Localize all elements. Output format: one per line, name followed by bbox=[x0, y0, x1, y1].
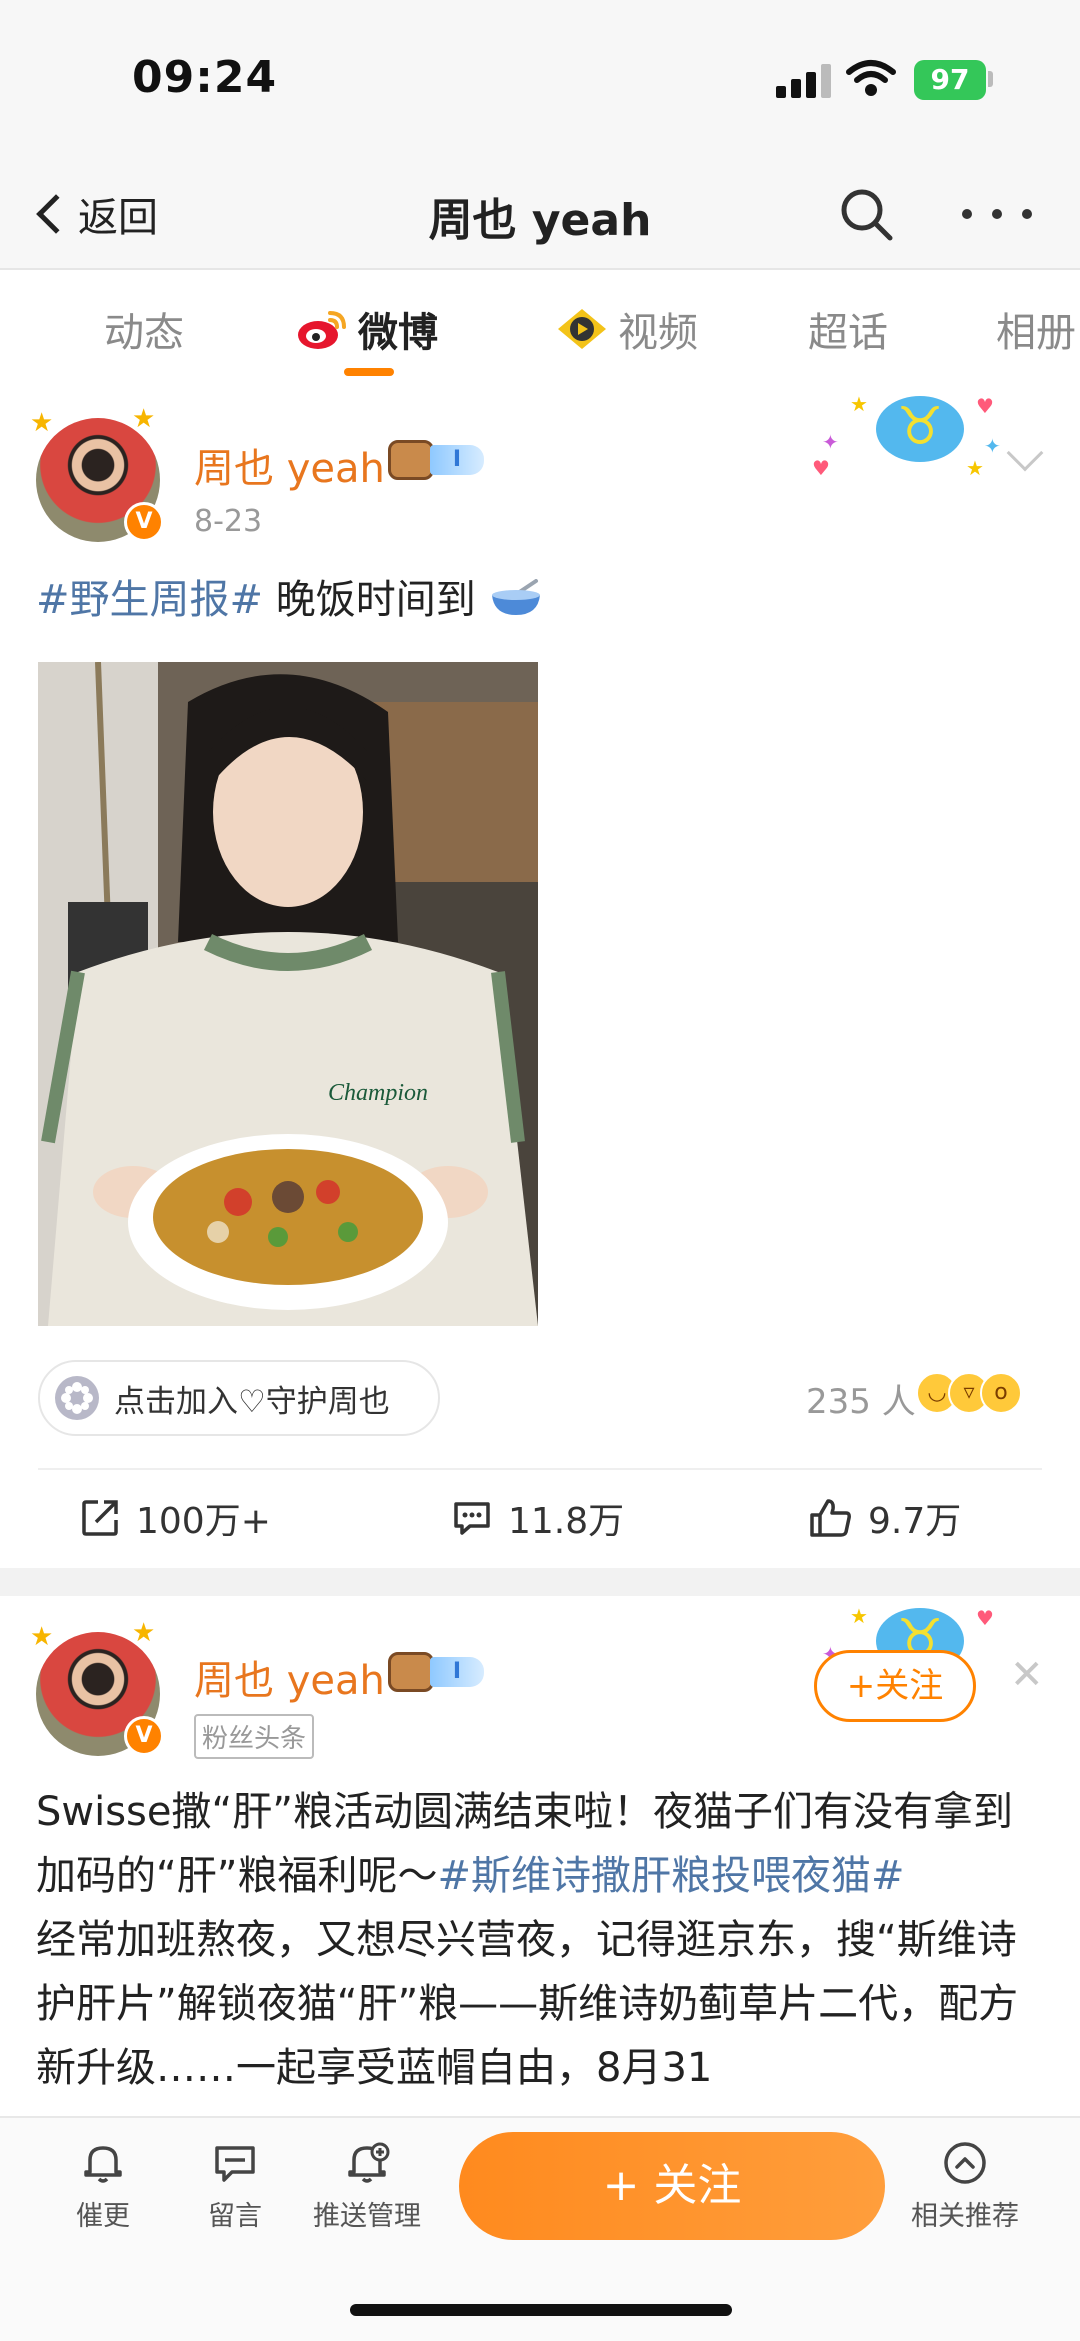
page-title: 周也 yeah bbox=[428, 195, 652, 246]
verified-badge-icon: V bbox=[124, 1716, 164, 1756]
post-body-text: 晚饭时间到 bbox=[263, 577, 476, 623]
urge-update-button[interactable]: 催更 bbox=[38, 2140, 168, 2233]
post-text: Swisse撒“肝”粮活动圆满结束啦！夜猫子们有没有拿到加码的“肝”粮福利呢～#… bbox=[36, 1780, 1046, 2116]
home-indicator[interactable] bbox=[350, 2304, 732, 2316]
like-button[interactable]: 9.7万 bbox=[808, 1490, 961, 1546]
wifi-icon bbox=[846, 60, 896, 96]
taurus-decoration-icon: ♉ ★ ♥ ✦ ✦ ♥ ★ bbox=[812, 392, 1001, 480]
thumbs-up-icon bbox=[810, 1499, 851, 1537]
leave-message-button[interactable]: 留言 bbox=[170, 2140, 300, 2233]
tab-album[interactable]: 相册 bbox=[996, 300, 1076, 358]
repost-button[interactable]: 100万+ bbox=[80, 1490, 271, 1546]
tab-super-topic[interactable]: 超话 bbox=[808, 300, 888, 358]
repost-count: 100万+ bbox=[136, 1501, 271, 1542]
tab-label: 动态 bbox=[104, 310, 184, 356]
tab-dynamics[interactable]: 动态 bbox=[104, 300, 184, 358]
bottom-item-label: 相关推荐 bbox=[911, 2201, 1019, 2232]
guard-join-button[interactable]: 点击加入♡守护周也 bbox=[38, 1360, 440, 1436]
more-options-icon[interactable] bbox=[962, 184, 1032, 244]
topic-link[interactable]: #野生周报# bbox=[36, 577, 263, 623]
author-avatar[interactable]: ★ ★ V bbox=[30, 1618, 164, 1756]
profile-tabs: 动态 微博 视频 超话 相册 bbox=[0, 272, 1080, 382]
cellular-signal-icon bbox=[776, 64, 834, 98]
author-name[interactable]: 周也 yeah bbox=[194, 1648, 385, 1706]
search-icon[interactable] bbox=[836, 184, 896, 244]
level-badge: I bbox=[430, 445, 484, 475]
comment-button[interactable]: 11.8万 bbox=[452, 1490, 624, 1546]
user-badges[interactable]: I bbox=[388, 1652, 484, 1692]
comment-icon bbox=[454, 1502, 490, 1535]
message-icon bbox=[215, 2146, 255, 2182]
post-date: 8-23 bbox=[194, 504, 263, 539]
weibo-logo-icon bbox=[298, 311, 346, 349]
divider bbox=[38, 1468, 1042, 1470]
post-image[interactable]: Champion bbox=[38, 662, 538, 1326]
post-image-illustration: Champion bbox=[38, 662, 538, 1326]
bottom-item-label: 催更 bbox=[76, 2201, 130, 2232]
author-name[interactable]: 周也 yeah bbox=[194, 436, 385, 494]
follow-button[interactable]: +关注 bbox=[814, 1650, 976, 1722]
bottom-action-bar: 催更 留言 推送管理 + 关注 相关推荐 bbox=[0, 2116, 1080, 2341]
bell-plus-icon bbox=[348, 2142, 390, 2183]
post-text: #野生周报# 晚饭时间到 bbox=[36, 568, 1046, 632]
video-play-icon bbox=[558, 309, 606, 349]
shirt-logo-text: Champion bbox=[328, 1080, 428, 1106]
cup-badge-icon bbox=[388, 440, 434, 480]
star-icon: ★ bbox=[132, 404, 156, 434]
star-icon: ★ bbox=[30, 408, 54, 438]
level-badge: I bbox=[430, 1657, 484, 1687]
verified-badge-icon: V bbox=[124, 502, 164, 542]
like-count: 9.7万 bbox=[868, 1501, 962, 1542]
bowl-icon bbox=[492, 579, 541, 615]
fans-headline-tag: 粉丝头条 bbox=[194, 1714, 315, 1759]
tab-label: 相册 bbox=[996, 310, 1076, 356]
follow-main-button[interactable]: + 关注 bbox=[459, 2132, 885, 2240]
guard-label: 点击加入♡守护周也 bbox=[114, 1383, 390, 1420]
cup-badge-icon bbox=[388, 1652, 434, 1692]
tab-label: 超话 bbox=[808, 310, 888, 356]
topic-link[interactable]: #斯维诗撒肝粮投喂夜猫# bbox=[437, 1853, 904, 1899]
author-avatar[interactable]: ★ ★ V bbox=[30, 404, 164, 542]
share-icon bbox=[82, 1500, 118, 1536]
surprised-emoji-icon: o bbox=[980, 1372, 1022, 1414]
star-icon: ★ bbox=[30, 1622, 54, 1652]
tab-label: 视频 bbox=[618, 310, 698, 356]
user-badges[interactable]: I bbox=[388, 440, 484, 480]
bottom-item-label: 推送管理 bbox=[313, 2201, 421, 2232]
star-icon: ★ bbox=[132, 1618, 156, 1648]
post-separator bbox=[0, 1568, 1080, 1596]
post-body-text: 经常加班熬夜，又想尽兴营夜，记得逛京东，搜“斯维诗护肝片”解锁夜猫“肝”粮——斯… bbox=[36, 1917, 1019, 2091]
status-bar: 09:24 97 bbox=[0, 0, 1080, 160]
chevron-up-circle-icon bbox=[944, 2142, 986, 2184]
flower-icon bbox=[55, 1376, 99, 1420]
tab-label: 微博 bbox=[358, 310, 438, 356]
bell-icon bbox=[84, 2146, 122, 2183]
tab-video[interactable]: 视频 bbox=[556, 300, 698, 358]
bottom-item-label: 留言 bbox=[208, 2201, 262, 2232]
tab-active-indicator bbox=[344, 368, 394, 376]
tab-weibo[interactable]: 微博 bbox=[296, 300, 438, 358]
push-settings-button[interactable]: 推送管理 bbox=[302, 2140, 432, 2233]
battery-tip bbox=[988, 71, 993, 87]
comment-count: 11.8万 bbox=[508, 1501, 625, 1542]
guard-count: 235 人 bbox=[806, 1382, 916, 1422]
close-icon[interactable]: ✕ bbox=[1010, 1652, 1044, 1698]
battery-level: 97 bbox=[914, 60, 986, 100]
status-time: 09:24 bbox=[132, 52, 278, 103]
reaction-emojis: ◡ ▿ o bbox=[916, 1372, 1022, 1414]
nav-bar: 返回 周也 yeah bbox=[0, 160, 1080, 270]
related-recommend-button[interactable]: 相关推荐 bbox=[900, 2140, 1030, 2233]
